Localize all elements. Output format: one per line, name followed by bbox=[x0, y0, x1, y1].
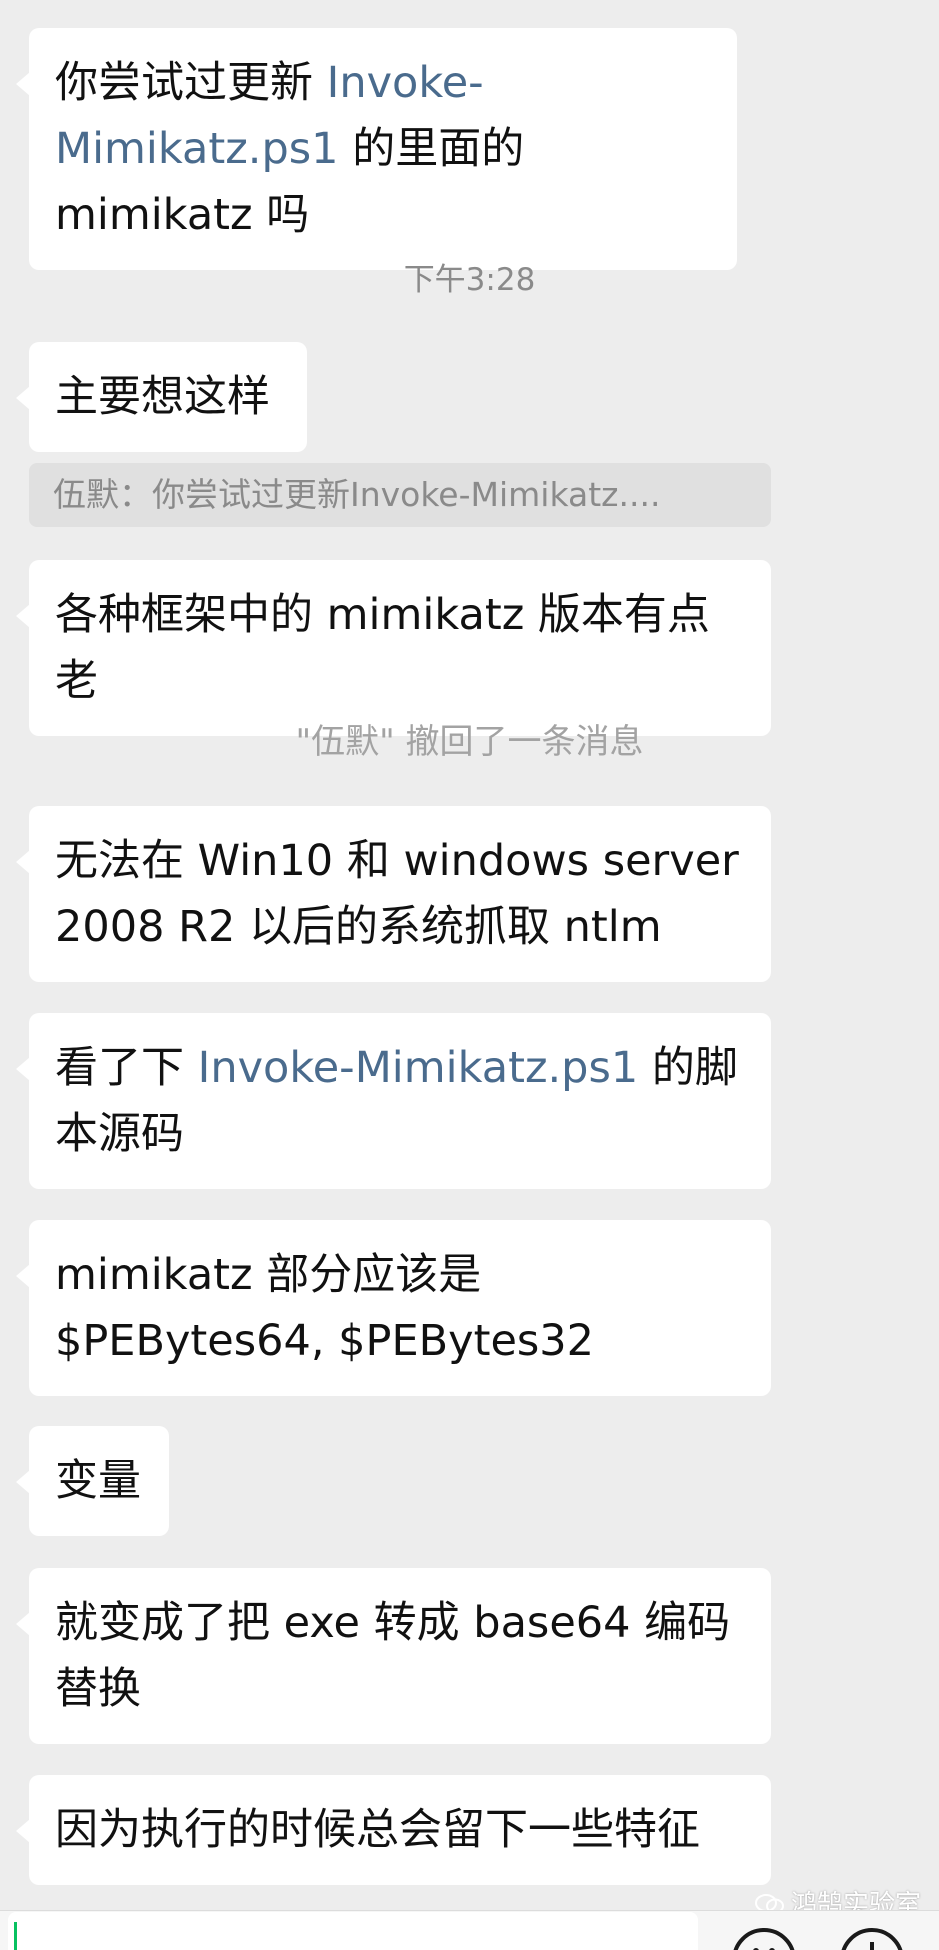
message-bubble[interactable]: 看了下 Invoke-Mimikatz.ps1 的脚本源码 bbox=[16, 1013, 771, 1189]
message-text: 你尝试过更新 bbox=[55, 58, 327, 108]
text-cursor bbox=[14, 1922, 17, 1950]
message-text: 主要想这样 bbox=[55, 372, 270, 422]
message-text: mimikatz 部分应该是 $PEBytes64, $PEBytes32 bbox=[55, 1250, 595, 1366]
message-bubble[interactable]: 就变成了把 exe 转成 base64 编码替换 bbox=[16, 1568, 771, 1744]
message-bubble[interactable]: 无法在 Win10 和 windows server 2008 R2 以后的系统… bbox=[16, 806, 771, 982]
message-bubble[interactable]: 各种框架中的 mimikatz 版本有点老 bbox=[16, 560, 771, 736]
message-bubble[interactable]: 你尝试过更新 Invoke-Mimikatz.ps1 的里面的 mimikatz… bbox=[16, 28, 737, 270]
message-input[interactable] bbox=[8, 1912, 698, 1950]
message-bubble[interactable]: 变量 bbox=[16, 1426, 169, 1536]
message-text: 就变成了把 exe 转成 base64 编码替换 bbox=[55, 1598, 731, 1714]
recall-notice: "伍默" 撤回了一条消息 bbox=[295, 722, 644, 762]
message-text: 因为执行的时候总会留下一些特征 bbox=[55, 1805, 700, 1855]
message-bubble[interactable]: mimikatz 部分应该是 $PEBytes64, $PEBytes32 bbox=[16, 1220, 771, 1396]
quoted-reply[interactable]: 伍默：你尝试过更新Invoke-Mimikatz.... bbox=[29, 463, 771, 527]
message-text: 各种框架中的 mimikatz 版本有点老 bbox=[55, 590, 710, 706]
message-text: 看了下 bbox=[55, 1043, 198, 1093]
message-bubble[interactable]: 主要想这样 bbox=[16, 342, 307, 452]
message-bubble[interactable]: 因为执行的时候总会留下一些特征 bbox=[16, 1775, 771, 1885]
message-text: 无法在 Win10 和 windows server 2008 R2 以后的系统… bbox=[55, 836, 739, 952]
message-link[interactable]: Invoke-Mimikatz.ps1 bbox=[198, 1043, 639, 1093]
chat-window: 你尝试过更新 Invoke-Mimikatz.ps1 的里面的 mimikatz… bbox=[0, 0, 939, 1950]
message-timestamp: 下午3:28 bbox=[403, 262, 536, 298]
message-text: 变量 bbox=[55, 1456, 141, 1506]
